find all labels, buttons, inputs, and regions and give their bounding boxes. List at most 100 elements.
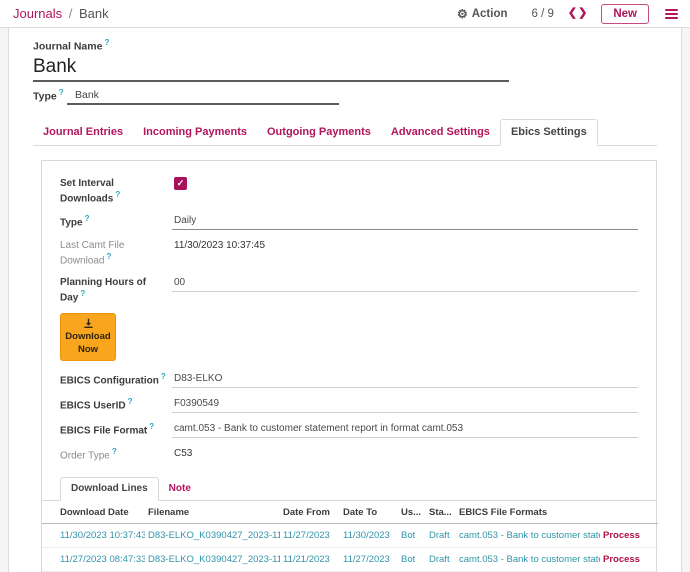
pager-count: 6 / 9 — [532, 8, 554, 20]
col-header-ebics-file-formats[interactable]: EBICS File Formats — [456, 501, 600, 524]
form-sheet: Journal Name? Bank Type? Bank Journal En… — [8, 28, 682, 572]
field-label-text: Order Type — [60, 451, 110, 462]
table-header-row: Download Date Filename Date From Date To… — [42, 501, 658, 524]
journal-name-label-row: Journal Name? — [33, 38, 657, 53]
ebics-settings-pane: Set Interval Downloads? ✓ Type? Daily — [41, 160, 657, 572]
col-header-actions — [600, 501, 658, 524]
tab-advanced-settings[interactable]: Advanced Settings — [381, 120, 500, 145]
breadcrumb-separator: / — [69, 6, 73, 21]
last-camt-file-download-label: Last Camt File Download? — [60, 238, 172, 267]
col-header-user[interactable]: Us... — [398, 501, 426, 524]
download-now-line2: Now — [78, 344, 98, 357]
cell-state: Draft — [426, 547, 456, 571]
help-icon: ? — [115, 190, 120, 199]
cell-state: Draft — [426, 523, 456, 547]
cell-date-to: 11/27/2023 — [340, 547, 398, 571]
field-label-text: Planning Hours of Day — [60, 277, 146, 303]
type-label: Type — [33, 91, 57, 103]
planning-hours-row: Planning Hours of Day? 00 — [60, 275, 638, 304]
order-type-label: Order Type? — [60, 446, 172, 462]
chevron-right-icon[interactable]: ❯ — [578, 8, 587, 19]
cell-user: Bot — [398, 547, 426, 571]
journal-name-input[interactable]: Bank — [33, 55, 509, 83]
download-lines-table: Download Date Filename Date From Date To… — [42, 501, 658, 572]
breadcrumb-journals-link[interactable]: Journals — [13, 6, 62, 21]
ebics-file-format-label: EBICS File Format? — [60, 421, 172, 437]
type-field-row: Type? Bank — [33, 88, 657, 105]
cell-download-date: 11/30/2023 10:37:43 — [42, 523, 145, 547]
last-camt-file-download-value: 11/30/2023 10:37:45 — [172, 238, 638, 254]
field-label-text: EBICS Configuration — [60, 376, 159, 387]
ebics-userid-label: EBICS UserID? — [60, 396, 172, 412]
cell-date-from: 11/27/2023 — [280, 523, 340, 547]
process-link[interactable]: Process — [600, 523, 658, 547]
set-interval-downloads-row: Set Interval Downloads? ✓ — [60, 176, 638, 205]
tab-journal-entries[interactable]: Journal Entries — [33, 120, 133, 145]
notebook-tabs: Journal Entries Incoming Payments Outgoi… — [33, 119, 657, 146]
breadcrumb: Journals / Bank — [13, 6, 109, 21]
interval-type-input[interactable]: Daily — [172, 213, 638, 230]
interval-type-label: Type? — [60, 213, 172, 229]
type-input[interactable]: Bank — [67, 89, 339, 105]
ebics-userid-row: EBICS UserID? F0390549 — [60, 396, 638, 413]
col-header-download-date[interactable]: Download Date — [42, 501, 145, 524]
new-button[interactable]: New — [601, 4, 649, 24]
download-icon — [83, 318, 94, 329]
planning-hours-label: Planning Hours of Day? — [60, 275, 172, 304]
action-menu-button[interactable]: ⚙ Action — [457, 7, 508, 21]
download-now-line1: Download — [65, 331, 110, 344]
cell-user: Bot — [398, 523, 426, 547]
set-interval-downloads-checkbox[interactable]: ✓ — [174, 177, 187, 190]
tab-outgoing-payments[interactable]: Outgoing Payments — [257, 120, 381, 145]
ebics-file-format-input[interactable]: camt.053 - Bank to customer statement re… — [172, 421, 638, 438]
tab-ebics-settings[interactable]: Ebics Settings — [500, 119, 598, 146]
cell-date-to: 11/30/2023 — [340, 523, 398, 547]
control-panel-actions: ⚙ Action 6 / 9 ❮ ❯ New — [457, 4, 680, 24]
menu-icon[interactable] — [663, 7, 680, 21]
field-label-text: EBICS UserID — [60, 401, 126, 412]
control-panel: Journals / Bank ⚙ Action 6 / 9 ❮ ❯ New — [0, 0, 690, 28]
set-interval-downloads-label: Set Interval Downloads? — [60, 176, 172, 205]
col-header-filename[interactable]: Filename — [145, 501, 280, 524]
ebics-configuration-row: EBICS Configuration? D83-ELKO — [60, 371, 638, 388]
field-label-text: EBICS File Format — [60, 426, 147, 437]
help-icon: ? — [106, 252, 111, 261]
col-header-date-from[interactable]: Date From — [280, 501, 340, 524]
cell-ebics-file-format: camt.053 - Bank to customer statement re… — [456, 547, 600, 571]
cell-filename: D83-ELKO_K0390427_2023-11-30_C — [145, 523, 280, 547]
type-label-wrap: Type? — [33, 88, 67, 105]
checkmark-icon: ✓ — [177, 179, 185, 188]
ebics-userid-input[interactable]: F0390549 — [172, 396, 638, 413]
col-header-state[interactable]: Sta... — [426, 501, 456, 524]
help-icon: ? — [59, 88, 64, 97]
col-header-date-to[interactable]: Date To — [340, 501, 398, 524]
cell-filename: D83-ELKO_K0390427_2023-11-27_C — [145, 547, 280, 571]
set-interval-downloads-value: ✓ — [172, 176, 638, 192]
help-icon: ? — [104, 38, 109, 47]
ebics-file-format-row: EBICS File Format? camt.053 - Bank to cu… — [60, 421, 638, 438]
help-icon: ? — [112, 447, 117, 456]
table-row[interactable]: 11/30/2023 10:37:43D83-ELKO_K0390427_202… — [42, 523, 658, 547]
process-link[interactable]: Process — [600, 547, 658, 571]
tab-download-lines[interactable]: Download Lines — [60, 477, 159, 501]
download-now-button[interactable]: Download Now — [60, 313, 116, 362]
cell-download-date: 11/27/2023 08:47:33 — [42, 547, 145, 571]
ebics-configuration-label: EBICS Configuration? — [60, 371, 172, 387]
action-menu-label: Action — [472, 8, 508, 20]
table-row[interactable]: 11/27/2023 08:47:33D83-ELKO_K0390427_202… — [42, 547, 658, 571]
planning-hours-input[interactable]: 00 — [172, 275, 638, 292]
help-icon: ? — [149, 422, 154, 431]
field-label-text: Type — [60, 217, 83, 228]
tab-note[interactable]: Note — [159, 478, 201, 500]
chevron-left-icon[interactable]: ❮ — [568, 8, 577, 19]
tab-incoming-payments[interactable]: Incoming Payments — [133, 120, 257, 145]
gear-icon: ⚙ — [457, 7, 468, 21]
help-icon: ? — [161, 372, 166, 381]
last-camt-file-download-row: Last Camt File Download? 11/30/2023 10:3… — [60, 238, 638, 267]
record-pager: ❮ ❯ — [568, 8, 587, 19]
breadcrumb-current: Bank — [79, 6, 109, 21]
ebics-configuration-input[interactable]: D83-ELKO — [172, 371, 638, 388]
help-icon: ? — [85, 214, 90, 223]
cell-date-from: 11/21/2023 — [280, 547, 340, 571]
field-label-text: Last Camt File Download — [60, 240, 124, 266]
